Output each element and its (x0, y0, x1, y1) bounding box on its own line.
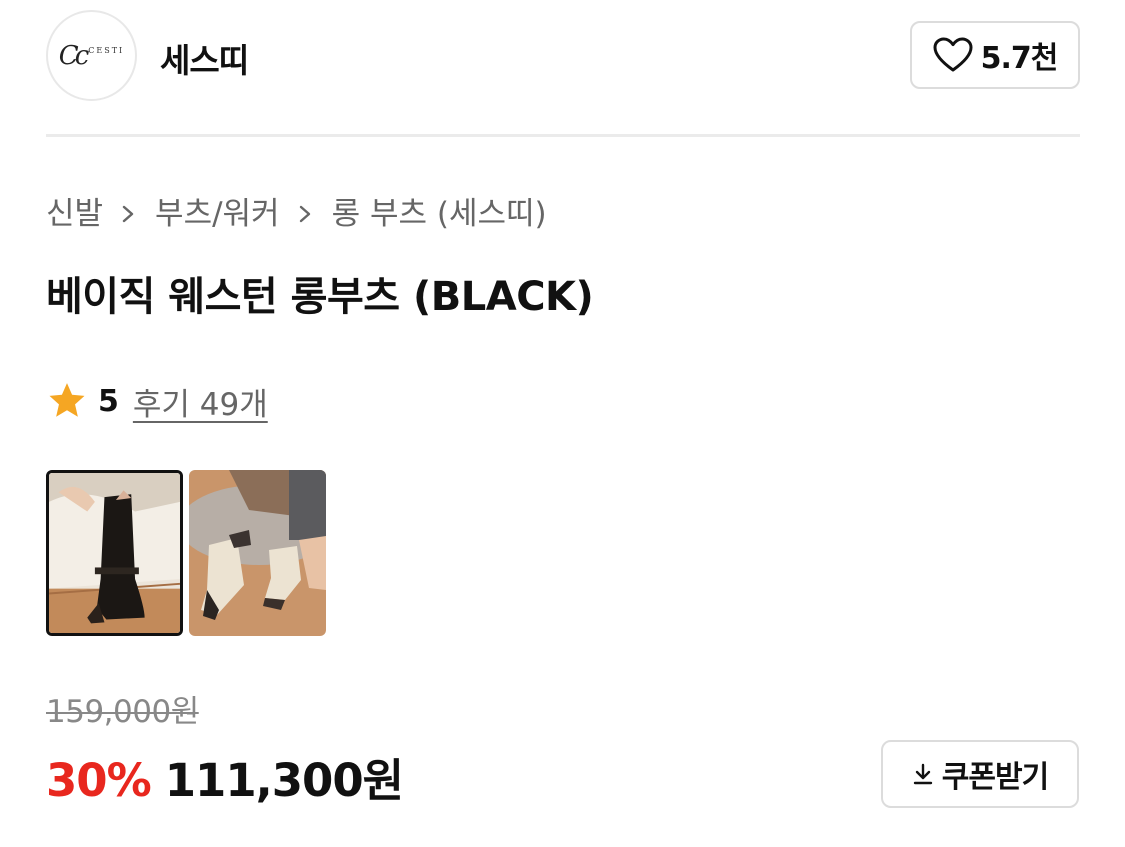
product-title: 베이직 웨스턴 롱부츠 (BLACK) (46, 274, 594, 320)
download-icon (913, 763, 932, 785)
review-count-link[interactable]: 후기 49개 (133, 379, 268, 424)
ivory-boot-thumbnail[interactable] (189, 470, 326, 636)
rating-value: 5 (98, 383, 119, 419)
chevron-right-icon (298, 203, 312, 223)
coupon-download-button[interactable]: 쿠폰받기 (881, 740, 1079, 808)
price-row: 30% 111,300원 (46, 744, 404, 809)
black-boot-thumbnail[interactable] (46, 470, 183, 636)
original-price: 159,000원 (46, 694, 199, 730)
breadcrumb-item-boots[interactable]: 부츠/워커 (155, 188, 280, 233)
product-page: Cc CESTI 세스띠 5.7천 신발 부츠/워커 롱 부츠 (세스띠) 베이… (0, 0, 1125, 847)
brand-name[interactable]: 세스띠 (160, 34, 249, 82)
chevron-right-icon (121, 203, 135, 223)
like-count: 5.7천 (980, 41, 1059, 76)
coupon-label: 쿠폰받기 (941, 760, 1049, 795)
star-icon (49, 383, 85, 417)
brand-monogram: Cc (58, 40, 90, 71)
brand-header: Cc CESTI 세스띠 5.7천 (46, 10, 1080, 102)
heart-icon (933, 37, 973, 72)
rating-row: 5 후기 49개 (46, 376, 268, 426)
discount-rate: 30% (46, 754, 152, 807)
breadcrumb-item-long-boots[interactable]: 롱 부츠 (세스띠) (332, 188, 547, 233)
brand-logo[interactable]: Cc CESTI (46, 10, 137, 101)
brand-logo-text: CESTI (88, 46, 125, 55)
breadcrumb-item-shoes[interactable]: 신발 (46, 188, 103, 233)
breadcrumb: 신발 부츠/워커 롱 부츠 (세스띠) (46, 188, 547, 232)
header-divider (46, 134, 1080, 137)
like-button[interactable]: 5.7천 (910, 21, 1080, 89)
thumbnail-list (46, 470, 326, 636)
sale-price: 111,300원 (164, 754, 404, 807)
